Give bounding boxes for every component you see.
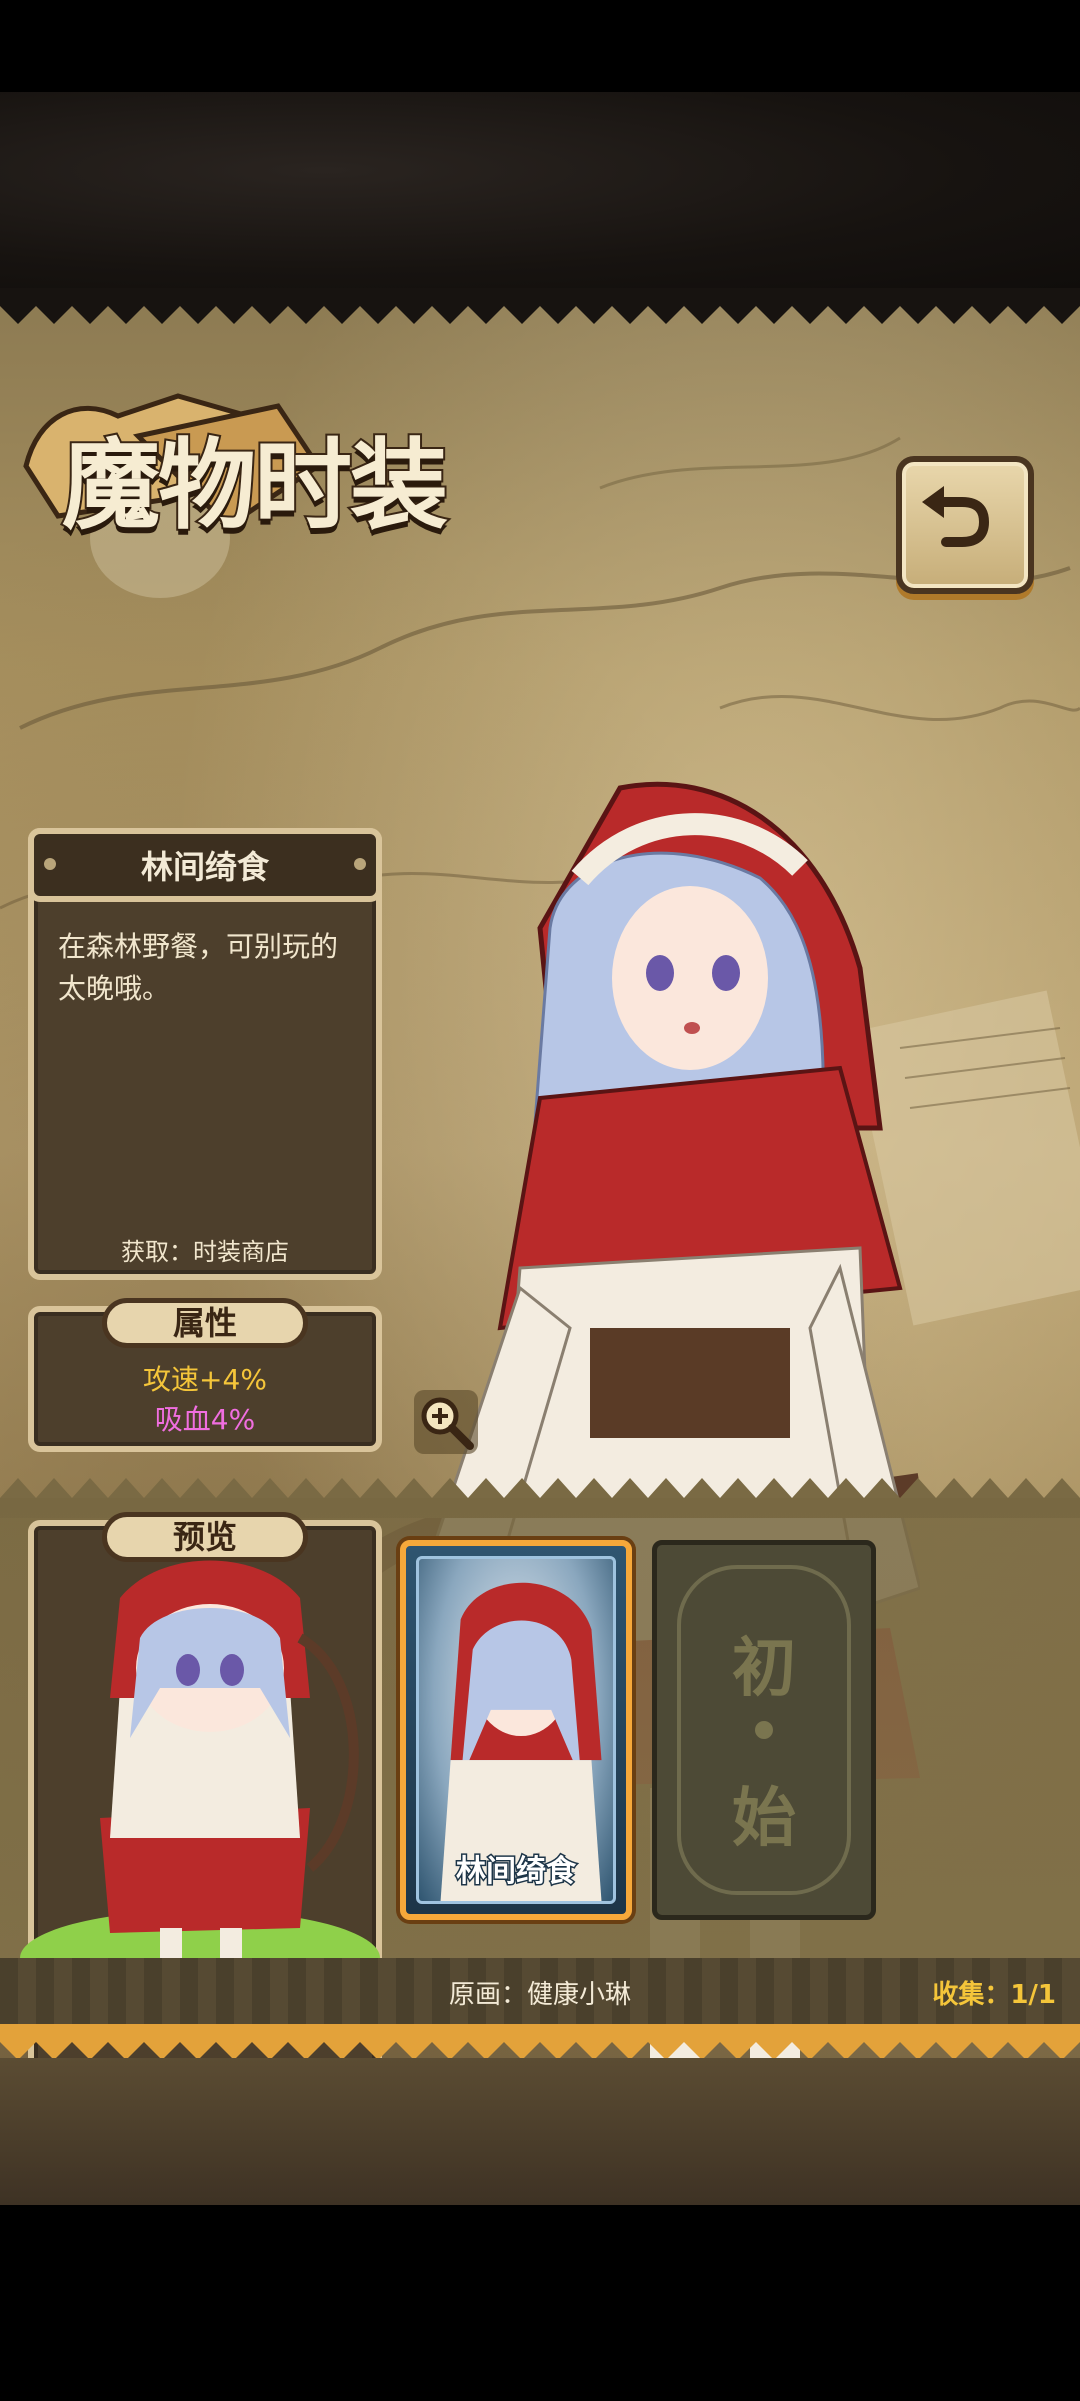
outfit-card-selected[interactable]: 林间绮食 xyxy=(400,1540,632,1920)
attributes-header-tag: 属性 xyxy=(102,1298,308,1348)
attribute-attack-speed: 攻速+4% xyxy=(143,1363,267,1396)
magnify-plus-icon[interactable] xyxy=(414,1390,478,1454)
card-char-1: 初 xyxy=(732,1631,796,1706)
card-char-2: 始 xyxy=(732,1781,796,1856)
attribute-lifesteal: 吸血4% xyxy=(154,1403,256,1436)
obtain-source: 获取：时装商店 xyxy=(121,1238,289,1266)
attributes-panel: 属性 攻速+4% 吸血4% xyxy=(28,1298,382,1452)
outfit-description: 在森林野餐，可别玩的太晚哦。 xyxy=(58,930,339,1005)
page-title: 魔物时装 xyxy=(60,426,450,545)
collection-count: 收集：1/1 xyxy=(932,1980,1056,2010)
outfit-card-default[interactable]: 初 始 xyxy=(652,1540,876,1920)
outfit-name: 林间绮食 xyxy=(140,848,269,886)
outfit-name-bar: 林间绮食 xyxy=(28,828,382,902)
top-zigzag-border xyxy=(0,288,1080,324)
bolt-icon xyxy=(354,858,366,870)
return-arrow-icon xyxy=(922,486,990,547)
credit-strip: 原画：健康小琳 收集：1/1 xyxy=(0,1958,1080,2024)
lower-backdrop xyxy=(0,2058,1080,2205)
header-backdrop xyxy=(0,92,1080,288)
card-dot xyxy=(755,1721,773,1739)
card-label: 林间绮食 xyxy=(455,1853,578,1891)
outfit-info-panel: 林间绮食 在森林野餐，可别玩的太晚哦。 获取：时装商店 xyxy=(28,828,382,1280)
attributes-header: 属性 xyxy=(172,1304,237,1342)
bottom-zigzag-border xyxy=(0,2024,1080,2060)
back-button[interactable] xyxy=(896,456,1034,594)
costume-scene: 魔物时装 林间绮食 在森林野餐，可别玩的太晚哦。 获取：时装商店 属性 攻速+4… xyxy=(0,288,1080,2205)
navigation-bar xyxy=(0,2205,1080,2401)
status-bar xyxy=(0,0,1080,92)
title-banner: 魔物时装 xyxy=(18,376,528,556)
artist-credit: 原画：健康小琳 xyxy=(448,1980,631,2010)
